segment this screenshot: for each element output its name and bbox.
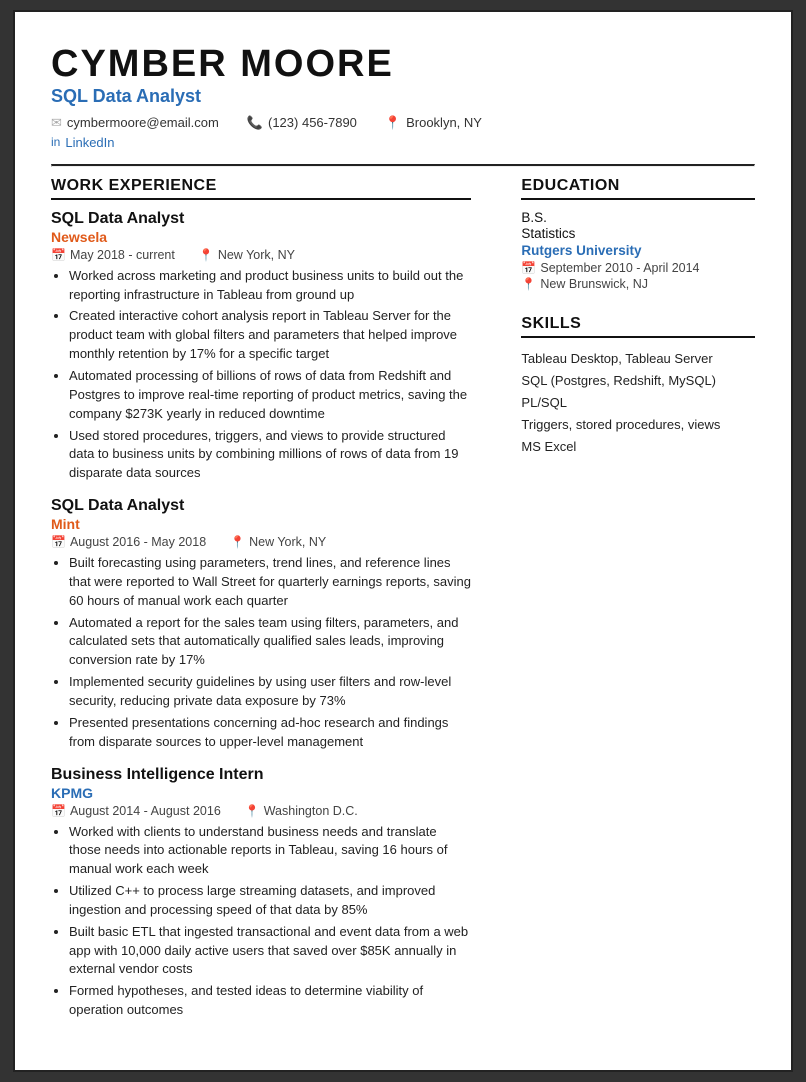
calendar-icon-2: 📅 [51,535,66,549]
bullet-1-3: Automated processing of billions of rows… [69,367,471,424]
job-title-2: SQL Data Analyst [51,497,471,515]
edu-degree: B.S. [521,210,755,225]
phone-item: 📞 (123) 456-7890 [247,115,357,131]
location-3: 📍 Washington D.C. [245,804,358,818]
edu-field: Statistics [521,226,755,241]
company-newsela: Newsela [51,229,471,245]
education-title: EDUCATION [521,177,755,200]
skill-4: Triggers, stored procedures, views [521,414,755,436]
bullet-2-1: Built forecasting using parameters, tren… [69,554,471,611]
pin-icon-edu: 📍 [521,277,536,291]
job-entry-kpmg: Business Intelligence Intern KPMG 📅 Augu… [51,766,471,1020]
pin-icon-3: 📍 [245,804,260,818]
edu-dates-text: September 2010 - April 2014 [540,261,699,275]
bullets-3: Worked with clients to understand busine… [51,823,471,1020]
date-text-2: August 2016 - May 2018 [70,535,206,549]
job-meta-3: 📅 August 2014 - August 2016 📍 Washington… [51,804,471,818]
candidate-name: CYMBER MOORE [51,44,755,86]
edu-dates: 📅 September 2010 - April 2014 [521,261,755,275]
bullet-2-3: Implemented security guidelines by using… [69,673,471,711]
job-title-3: Business Intelligence Intern [51,766,471,784]
location-text-3: Washington D.C. [264,804,358,818]
skills-title: SKILLS [521,315,755,338]
calendar-icon-3: 📅 [51,804,66,818]
job-entry-mint: SQL Data Analyst Mint 📅 August 2016 - Ma… [51,497,471,751]
edu-location-text: New Brunswick, NJ [540,277,648,291]
linkedin-icon: in [51,135,60,149]
location-text-2: New York, NY [249,535,326,549]
bullets-2: Built forecasting using parameters, tren… [51,554,471,751]
phone-icon: 📞 [247,115,263,131]
edu-location: 📍 New Brunswick, NJ [521,277,755,291]
calendar-icon-edu: 📅 [521,261,536,275]
pin-icon-2: 📍 [230,535,245,549]
email-text: cymbermoore@email.com [67,115,219,130]
education-section: EDUCATION B.S. Statistics Rutgers Univer… [521,177,755,291]
location-item: 📍 Brooklyn, NY [385,115,482,131]
header: CYMBER MOORE SQL Data Analyst ✉ cymbermo… [51,44,755,150]
date-text-3: August 2014 - August 2016 [70,804,221,818]
date-range-2: 📅 August 2016 - May 2018 [51,535,206,549]
skills-section: SKILLS Tableau Desktop, Tableau Server S… [521,315,755,458]
bullet-1-1: Worked across marketing and product busi… [69,267,471,305]
location-text: Brooklyn, NY [406,115,482,130]
bullet-2-2: Automated a report for the sales team us… [69,614,471,671]
location-icon: 📍 [385,115,401,131]
skill-3: PL/SQL [521,392,755,414]
location-1: 📍 New York, NY [199,248,295,262]
skill-2: SQL (Postgres, Redshift, MySQL) [521,370,755,392]
skill-5: MS Excel [521,436,755,458]
company-kpmg: KPMG [51,785,471,801]
company-mint: Mint [51,516,471,532]
skill-1: Tableau Desktop, Tableau Server [521,348,755,370]
location-2: 📍 New York, NY [230,535,326,549]
left-column: WORK EXPERIENCE SQL Data Analyst Newsela… [51,177,471,1034]
bullet-3-3: Built basic ETL that ingested transactio… [69,923,471,980]
bullet-1-2: Created interactive cohort analysis repo… [69,307,471,364]
email-item: ✉ cymbermoore@email.com [51,115,219,131]
job-title-1: SQL Data Analyst [51,210,471,228]
date-text-1: May 2018 - current [70,248,175,262]
bullets-1: Worked across marketing and product busi… [51,267,471,483]
job-meta-1: 📅 May 2018 - current 📍 New York, NY [51,248,471,262]
skills-list: Tableau Desktop, Tableau Server SQL (Pos… [521,348,755,458]
bullet-3-2: Utilized C++ to process large streaming … [69,882,471,920]
main-content: WORK EXPERIENCE SQL Data Analyst Newsela… [51,177,755,1034]
right-column: EDUCATION B.S. Statistics Rutgers Univer… [503,177,755,1034]
job-entry-newsela: SQL Data Analyst Newsela 📅 May 2018 - cu… [51,210,471,483]
bullet-3-1: Worked with clients to understand busine… [69,823,471,880]
linkedin-label: LinkedIn [65,135,114,150]
email-icon: ✉ [51,115,62,131]
pin-icon-1: 📍 [199,248,214,262]
bullet-1-4: Used stored procedures, triggers, and vi… [69,427,471,484]
work-experience-title: WORK EXPERIENCE [51,177,471,200]
linkedin-row: in LinkedIn [51,135,755,150]
header-divider [51,164,755,167]
location-text-1: New York, NY [218,248,295,262]
job-meta-2: 📅 August 2016 - May 2018 📍 New York, NY [51,535,471,549]
linkedin-link[interactable]: in LinkedIn [51,135,115,150]
edu-school: Rutgers University [521,243,755,258]
date-range-1: 📅 May 2018 - current [51,248,175,262]
resume-document: CYMBER MOORE SQL Data Analyst ✉ cymbermo… [13,10,793,1072]
contact-row: ✉ cymbermoore@email.com 📞 (123) 456-7890… [51,115,755,131]
bullet-3-4: Formed hypotheses, and tested ideas to d… [69,982,471,1020]
bullet-2-4: Presented presentations concerning ad-ho… [69,714,471,752]
date-range-3: 📅 August 2014 - August 2016 [51,804,221,818]
phone-text: (123) 456-7890 [268,115,357,130]
candidate-title: SQL Data Analyst [51,86,755,107]
calendar-icon-1: 📅 [51,248,66,262]
